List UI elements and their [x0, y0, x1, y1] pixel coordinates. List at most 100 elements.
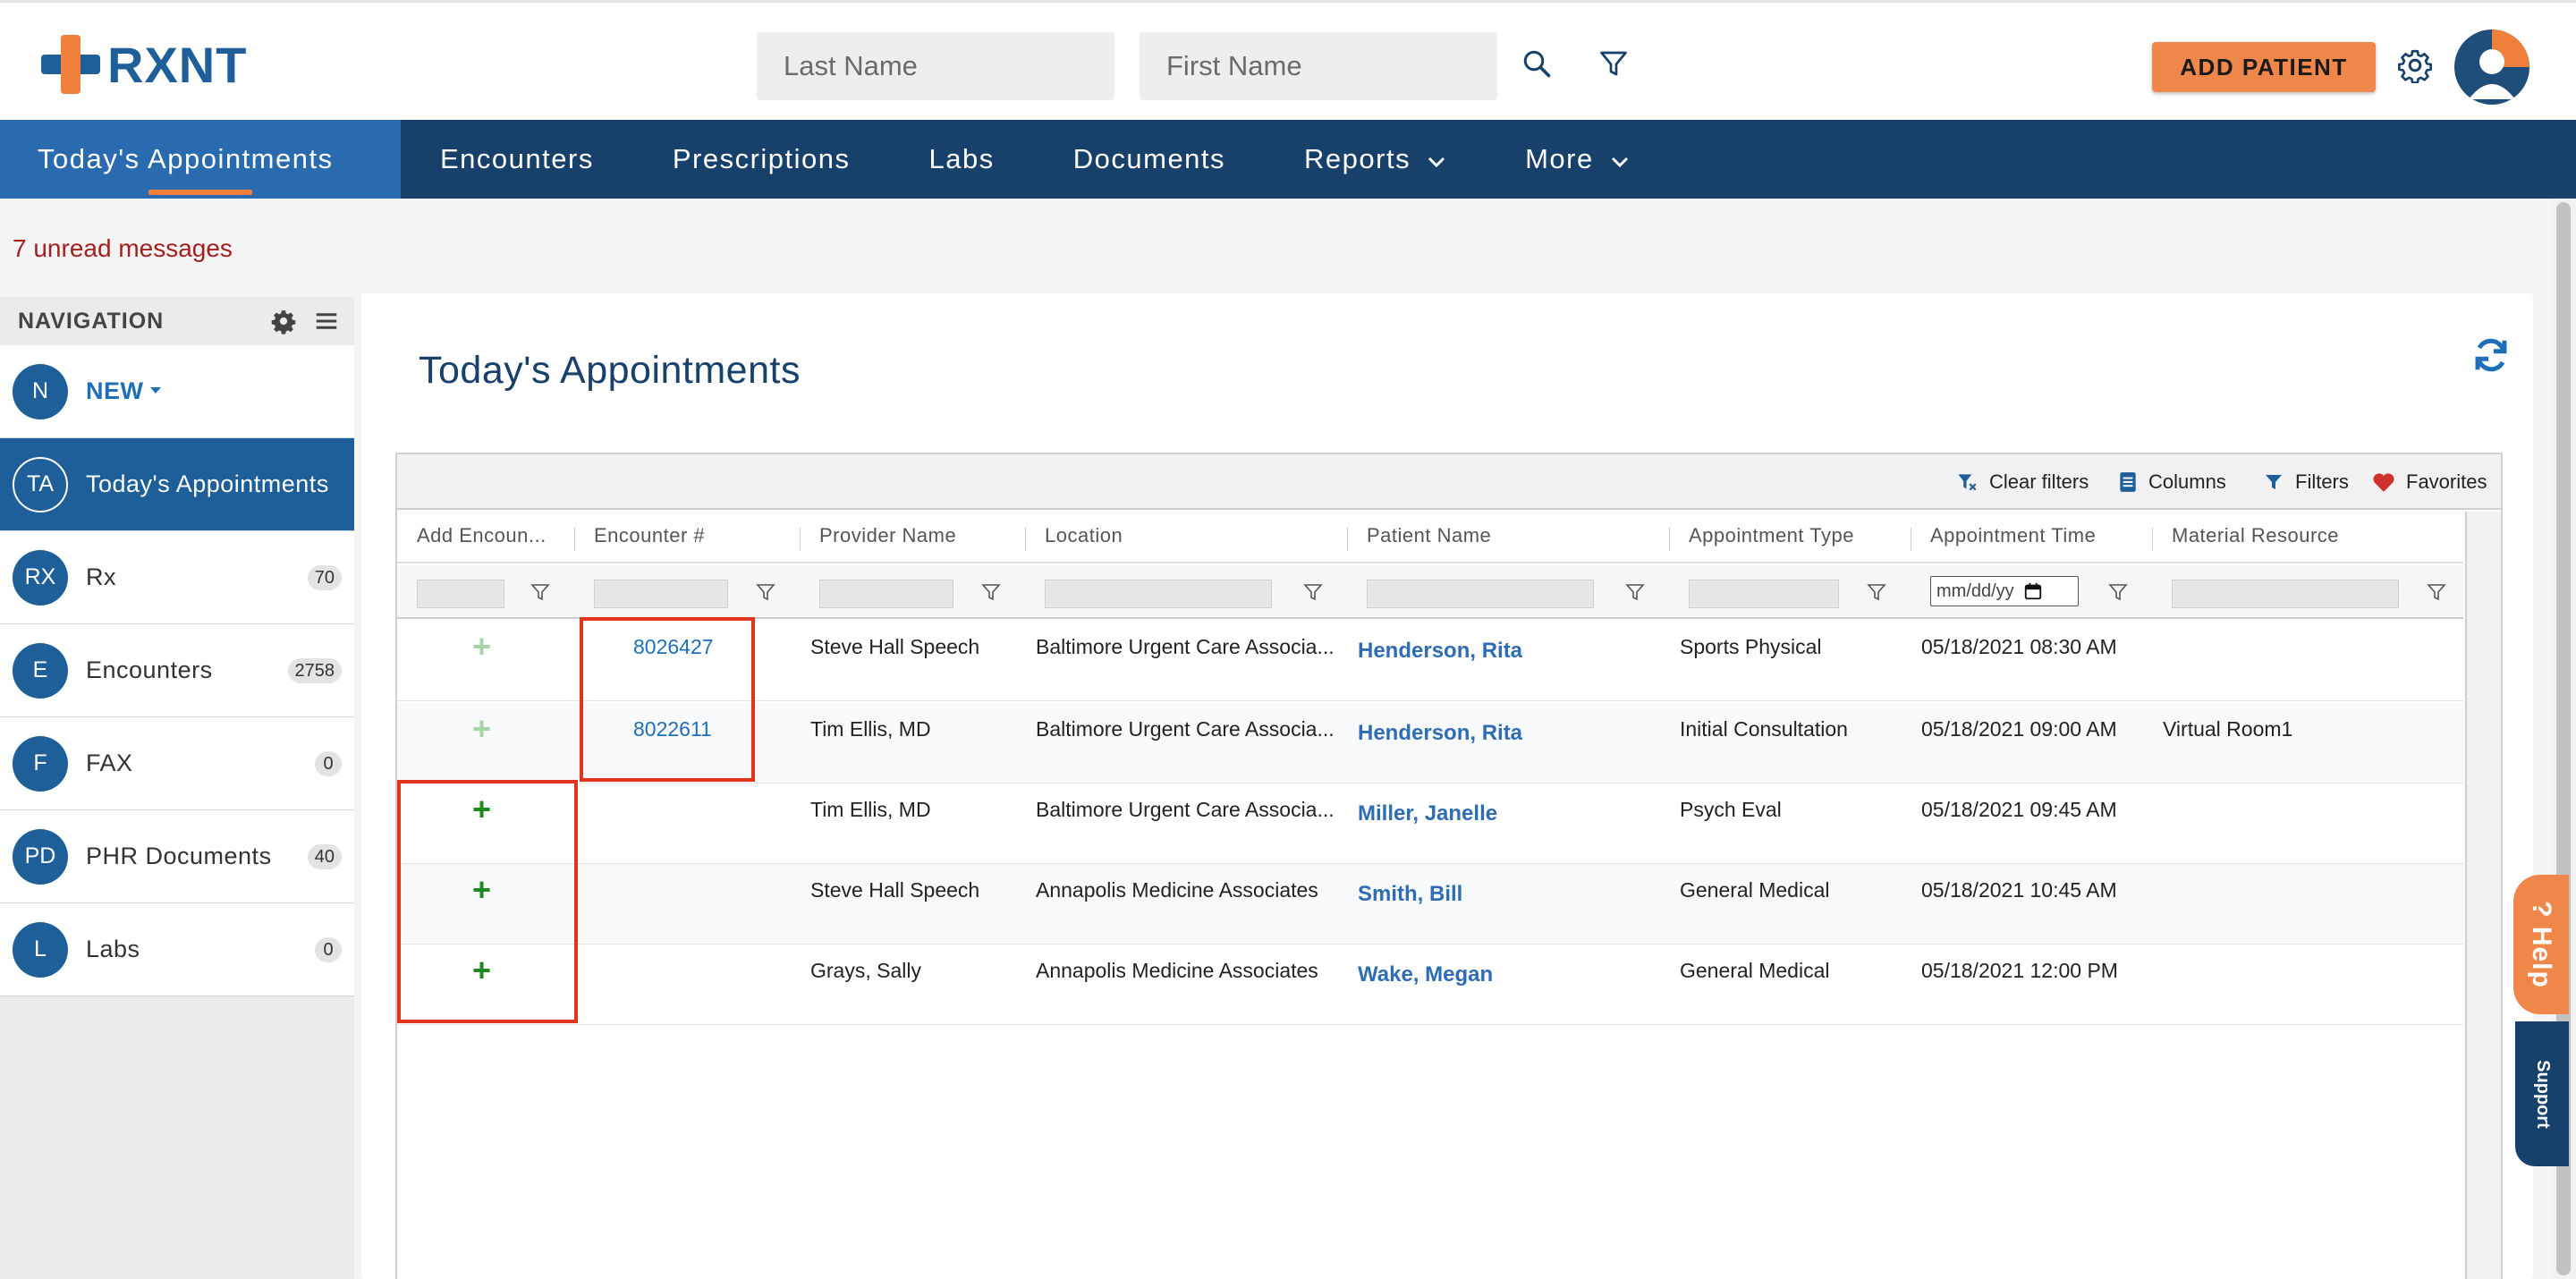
provider-name-filter-input[interactable] — [819, 580, 953, 608]
column-header-location[interactable]: Location — [1045, 524, 1123, 547]
add-encounter-filter-input[interactable] — [417, 580, 504, 608]
sidebar-item-rx[interactable]: RX Rx 70 — [0, 531, 354, 624]
sidebar-item-fax[interactable]: F FAX 0 — [0, 717, 354, 810]
tab-labs[interactable]: Labs — [890, 120, 1034, 199]
provider-name: Tim Ellis, MD — [810, 798, 931, 821]
encounter-number-filter-input[interactable] — [594, 580, 728, 608]
column-filter-icon[interactable] — [2426, 581, 2447, 603]
last-name-input[interactable] — [757, 32, 1114, 100]
page-title: Today's Appointments — [419, 349, 801, 392]
count-badge: 0 — [315, 751, 342, 776]
column-header-material-resource[interactable]: Material Resource — [2172, 524, 2339, 547]
tab-encounters[interactable]: Encounters — [401, 120, 633, 199]
hamburger-menu-icon[interactable] — [313, 308, 340, 335]
tab-label: More — [1525, 143, 1594, 174]
sidebar-item-todays-appointments[interactable]: TA Today's Appointments — [0, 438, 354, 531]
sidebar-header: NAVIGATION — [0, 297, 354, 345]
unread-messages-link[interactable]: 7 unread messages — [13, 234, 233, 263]
logo-cross-icon — [41, 35, 100, 94]
column-filter-icon[interactable] — [980, 581, 1002, 603]
gear-icon[interactable] — [270, 308, 297, 335]
column-header-encounter-number[interactable]: Encounter # — [594, 524, 705, 547]
column-header-patient-name[interactable]: Patient Name — [1367, 524, 1491, 547]
sidebar-item-labs[interactable]: L Labs 0 — [0, 903, 354, 996]
appointments-grid: Clear filters Columns Filters Favorites … — [395, 453, 2503, 1279]
rxnt-logo[interactable]: RXNT — [41, 35, 247, 94]
appointment-type-filter-input[interactable] — [1689, 580, 1839, 608]
appointment-time-date-filter[interactable]: mm/dd/yy — [1930, 576, 2079, 606]
tab-more[interactable]: More — [1486, 120, 1669, 199]
refresh-icon[interactable] — [2470, 335, 2513, 377]
column-filter-icon[interactable] — [755, 581, 776, 603]
add-patient-button[interactable]: ADD PATIENT — [2152, 42, 2376, 92]
help-label: ? Help — [2527, 901, 2557, 988]
grid-vertical-scrollbar[interactable] — [2465, 512, 2501, 1279]
brand-name: RXNT — [107, 36, 248, 93]
search-icon[interactable] — [1515, 42, 1558, 85]
sidebar-item-phr-documents[interactable]: PD PHR Documents 40 — [0, 810, 354, 903]
patient-name-filter-input[interactable] — [1367, 580, 1594, 608]
column-filter-icon[interactable] — [1624, 581, 1646, 603]
table-row[interactable]: + Grays, Sally Annapolis Medicine Associ… — [397, 944, 2463, 1025]
tab-documents[interactable]: Documents — [1034, 120, 1265, 199]
filters-button[interactable]: Filters — [2263, 467, 2349, 497]
column-filter-icon[interactable] — [2107, 581, 2129, 603]
provider-name: Grays, Sally — [810, 959, 921, 982]
add-encounter-highlight-box — [397, 780, 578, 1023]
patient-name-link[interactable]: Smith, Bill — [1358, 882, 1462, 907]
provider-name: Steve Hall Speech — [810, 635, 980, 658]
tab-todays-appointments[interactable]: Today's Appointments — [0, 120, 401, 199]
tab-prescriptions[interactable]: Prescriptions — [633, 120, 890, 199]
tab-label: Prescriptions — [672, 143, 851, 174]
settings-gear-icon[interactable] — [2394, 44, 2436, 87]
filter-icon[interactable] — [1592, 42, 1635, 85]
first-name-input[interactable] — [1140, 32, 1497, 100]
grid-header-row: Add Encoun... Encounter # Provider Name … — [397, 512, 2463, 563]
add-encounter-button[interactable]: + — [472, 628, 491, 665]
table-row[interactable]: + Steve Hall Speech Annapolis Medicine A… — [397, 864, 2463, 944]
columns-button[interactable]: Columns — [2118, 467, 2226, 497]
appointment-time: 05/18/2021 08:30 AM — [1921, 635, 2117, 658]
tab-label: Today's Appointments — [38, 143, 334, 174]
location: Baltimore Urgent Care Associa... — [1036, 635, 1335, 658]
sidebar-heading: NAVIGATION — [18, 308, 165, 334]
sidebar-item-new[interactable]: N NEW — [0, 345, 354, 438]
tab-reports[interactable]: Reports — [1265, 120, 1486, 199]
count-badge: 40 — [307, 844, 342, 869]
support-label: Support — [2532, 1059, 2553, 1129]
sidebar-item-encounters[interactable]: E Encounters 2758 — [0, 624, 354, 717]
column-filter-icon[interactable] — [1302, 581, 1324, 603]
chevron-down-icon — [1427, 143, 1446, 175]
count-badge: 2758 — [287, 658, 342, 683]
patient-name-link[interactable]: Miller, Janelle — [1358, 801, 1497, 826]
favorites-button[interactable]: Favorites — [2372, 467, 2487, 497]
patient-name-link[interactable]: Henderson, Rita — [1358, 639, 1522, 664]
tab-label: Documents — [1072, 143, 1226, 174]
date-placeholder: mm/dd/yy — [1936, 580, 2014, 601]
location-filter-input[interactable] — [1045, 580, 1272, 608]
patient-name-link[interactable]: Henderson, Rita — [1358, 721, 1522, 746]
support-button[interactable]: Support — [2515, 1021, 2569, 1166]
appointment-type: Sports Physical — [1680, 635, 1822, 658]
table-row[interactable]: + Tim Ellis, MD Baltimore Urgent Care As… — [397, 783, 2463, 864]
sidebar-item-initials: F — [13, 735, 68, 792]
add-encounter-button[interactable]: + — [472, 710, 491, 748]
column-header-add-encounter[interactable]: Add Encoun... — [417, 524, 547, 547]
appointment-type: General Medical — [1680, 878, 1830, 902]
clear-filters-button[interactable]: Clear filters — [1955, 467, 2089, 497]
encounter-number-highlight-box — [580, 617, 755, 782]
column-header-appointment-time[interactable]: Appointment Time — [1930, 524, 2096, 547]
grid-filter-row: mm/dd/yy — [397, 565, 2463, 619]
column-filter-icon[interactable] — [1866, 581, 1887, 603]
tab-label: Reports — [1304, 143, 1411, 174]
column-header-provider-name[interactable]: Provider Name — [819, 524, 956, 547]
count-badge: 70 — [307, 565, 342, 590]
material-resource-filter-input[interactable] — [2172, 580, 2399, 608]
appointment-time: 05/18/2021 12:00 PM — [1921, 959, 2118, 982]
patient-name-link[interactable]: Wake, Megan — [1358, 962, 1493, 987]
column-filter-icon[interactable] — [530, 581, 551, 603]
calendar-icon[interactable] — [2023, 581, 2043, 601]
column-header-appointment-type[interactable]: Appointment Type — [1689, 524, 1854, 547]
user-avatar[interactable] — [2454, 30, 2529, 105]
help-button[interactable]: ? Help — [2513, 875, 2569, 1014]
